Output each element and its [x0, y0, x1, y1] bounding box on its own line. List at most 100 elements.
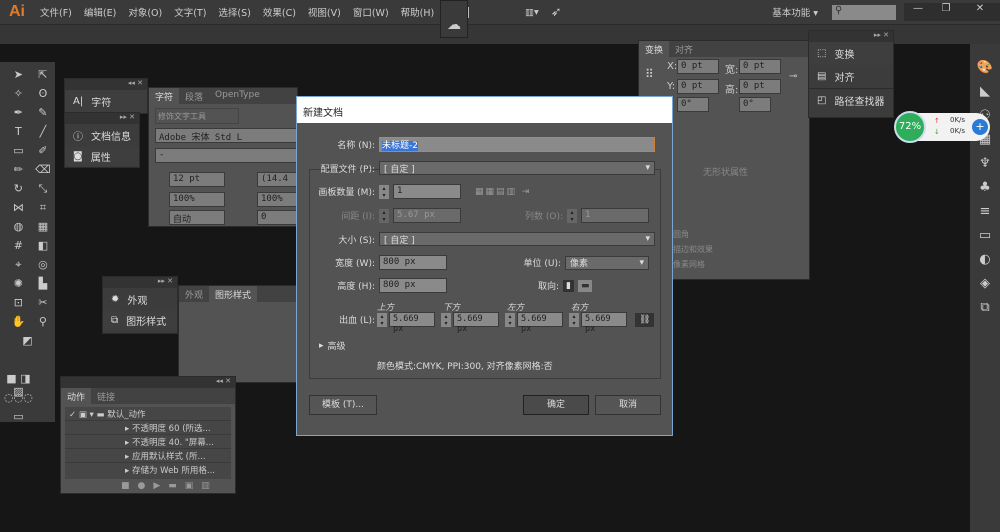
artboard-layout-buttons[interactable]: ▦▦▤▥ ⇥ — [475, 187, 531, 197]
magic-wand-tool-icon[interactable]: ✧ — [4, 87, 33, 104]
rotate-field[interactable]: 0° — [677, 97, 709, 112]
dock-item-document-info[interactable]: ⓘ 文档信息 — [65, 124, 139, 147]
menu-effect[interactable]: 效果(C) — [263, 5, 296, 19]
dock-item-pathfinder[interactable]: ◰ 路径查找器 — [809, 88, 893, 112]
y-field[interactable]: 0 pt — [677, 79, 719, 94]
zoom-tool-icon[interactable]: ⚲ — [35, 315, 51, 332]
horizontal-scale-field[interactable]: 100% — [257, 192, 297, 207]
search-input[interactable]: ⚲ — [832, 4, 896, 20]
artboard-tool-icon[interactable]: ⊡ — [4, 296, 33, 313]
columns-stepper[interactable]: ▴ ▾ — [567, 208, 577, 223]
menu-window[interactable]: 窗口(W) — [353, 5, 389, 19]
tab-paragraph[interactable]: 段落 — [179, 88, 209, 104]
transparency-icon[interactable]: ◐ — [970, 252, 1000, 276]
creative-cloud-icon[interactable]: ☁ — [440, 0, 468, 38]
color-mode-icon[interactable]: ■ ◨ ▨ — [4, 372, 33, 398]
dock-item-transform[interactable]: ⬚ 变换 — [809, 42, 893, 65]
gradient-icon[interactable]: ▭ — [970, 228, 1000, 252]
arrange-docs-icon[interactable]: ▥▾ — [525, 7, 539, 18]
action-set-row[interactable]: ✓ ▣ ▾ ▬ 默认_动作 — [65, 407, 231, 421]
rotate-tool-icon[interactable]: ↻ — [4, 182, 33, 199]
layers-icon[interactable]: ◈ — [970, 276, 1000, 300]
menu-edit[interactable]: 编辑(E) — [84, 5, 116, 19]
bleed-top-stepper[interactable]: ▴ ▾ — [377, 312, 387, 327]
dock-item-attributes[interactable]: ◙ 属性 — [65, 147, 139, 166]
bleed-top-input[interactable]: 5.669 px — [389, 312, 435, 334]
tab-character[interactable]: 字符 — [149, 88, 180, 104]
bleed-right-input[interactable]: 5.669 px — [581, 312, 627, 334]
fill-stroke-icon[interactable]: ◩ — [4, 334, 51, 370]
templates-button[interactable]: 模板 (T)... — [309, 395, 377, 415]
kerning-field[interactable]: 自动 — [169, 210, 225, 225]
scale-tool-icon[interactable]: ⤡ — [35, 182, 51, 199]
menu-object[interactable]: 对象(O) — [128, 5, 162, 19]
draw-mode-icon[interactable]: ◌◌◌ — [4, 391, 33, 408]
dock-item-character[interactable]: A| 字符 — [65, 90, 147, 113]
font-style-field[interactable]: - — [155, 148, 305, 163]
paintbrush-tool-icon[interactable]: ✐ — [35, 144, 51, 161]
tab-actions[interactable]: 动作 — [61, 388, 92, 404]
lasso-tool-icon[interactable]: ʘ — [35, 87, 51, 104]
menu-file[interactable]: 文件(F) — [40, 5, 72, 19]
tab-links[interactable]: 链接 — [91, 388, 121, 404]
slice-tool-icon[interactable]: ✂ — [35, 296, 51, 313]
action-row[interactable]: ▸ 应用默认样式 (所... — [65, 449, 231, 463]
blend-tool-icon[interactable]: ◎ — [35, 258, 51, 275]
eraser-tool-icon[interactable]: ⌫ — [35, 163, 51, 180]
artboards-icon[interactable]: ⧉ — [970, 300, 1000, 324]
tab-align[interactable]: 对齐 — [669, 41, 699, 57]
artboards-stepper[interactable]: ▴ ▾ — [379, 184, 389, 199]
height-field[interactable]: 0 pt — [739, 79, 781, 94]
bleed-left-stepper[interactable]: ▴ ▾ — [505, 312, 515, 327]
hand-tool-icon[interactable]: ✋ — [4, 315, 33, 332]
width-input[interactable]: 800 px — [379, 255, 447, 270]
brushes-icon[interactable]: ♆ — [970, 156, 1000, 180]
network-monitor-widget[interactable]: 72% ↑ 0K/s ↓ 0K/s + — [894, 111, 990, 143]
pen-tool-icon[interactable]: ✒ — [4, 106, 33, 123]
name-input[interactable]: 未标题-2 — [379, 137, 655, 152]
symbols-icon[interactable]: ♣ — [970, 180, 1000, 204]
reference-point-icon[interactable]: ⠿ — [645, 67, 654, 81]
type-tool-icon[interactable]: T — [4, 125, 33, 142]
blob-brush-tool-icon[interactable]: ✏ — [4, 163, 33, 180]
perspective-tool-icon[interactable]: ▦ — [35, 220, 51, 237]
selection-tool-icon[interactable]: ➤ — [4, 68, 33, 85]
workspace-switcher[interactable]: 基本功能 ▾ — [772, 5, 818, 19]
tab-transform[interactable]: 变换 — [639, 41, 670, 57]
actions-toolbar[interactable]: ■●▶▬▣▥ — [121, 481, 218, 491]
link-bleed-icon[interactable]: ⛓ — [635, 312, 655, 327]
restore-button[interactable]: ❐ — [932, 3, 960, 21]
bleed-bottom-stepper[interactable]: ▴ ▾ — [441, 312, 451, 327]
menu-help[interactable]: 帮助(H) — [401, 5, 435, 19]
close-button[interactable]: ✕ — [960, 3, 1000, 21]
action-row[interactable]: ▸ 不透明度 40. "屏幕... — [65, 435, 231, 449]
spacing-stepper[interactable]: ▴ ▾ — [379, 208, 389, 223]
size-select[interactable]: [ 自定 ] ▾ — [379, 232, 655, 246]
dock-item-appearance[interactable]: ✹ 外观 — [103, 288, 177, 311]
width-tool-icon[interactable]: ⋈ — [4, 201, 33, 218]
spacing-input[interactable]: 5.67 px — [393, 208, 461, 223]
advanced-toggle[interactable]: ▸ 高级 — [319, 339, 346, 353]
tab-opentype[interactable]: OpenType — [209, 88, 266, 104]
shear-field[interactable]: 0° — [739, 97, 771, 112]
dock-item-align[interactable]: ▤ 对齐 — [809, 65, 893, 88]
font-size-field[interactable]: 12 pt — [169, 172, 225, 187]
screen-mode-icon[interactable]: ▭ — [4, 410, 33, 427]
font-family-field[interactable]: Adobe 宋体 Std L — [155, 128, 305, 143]
gradient-tool-icon[interactable]: ◧ — [35, 239, 51, 256]
x-field[interactable]: 0 pt — [677, 59, 719, 74]
menu-view[interactable]: 视图(V) — [308, 5, 341, 19]
dock-item-graphic-styles[interactable]: ⧉ 图形样式 — [103, 311, 177, 330]
landscape-button[interactable]: ▬ — [577, 279, 593, 292]
profile-select[interactable]: [ 自定 ] ▾ — [379, 161, 655, 175]
touch-type-tool-button[interactable]: 修饰文字工具 — [155, 108, 239, 124]
bleed-right-stepper[interactable]: ▴ ▾ — [569, 312, 579, 327]
cancel-button[interactable]: 取消 — [595, 395, 661, 415]
graph-tool-icon[interactable]: ▙ — [35, 277, 51, 294]
color-guide-icon[interactable]: ◣ — [970, 84, 1000, 108]
leading-field[interactable]: (14.4 — [257, 172, 297, 187]
curvature-tool-icon[interactable]: ✎ — [35, 106, 51, 123]
tracking-field[interactable]: 0 — [257, 210, 297, 225]
width-field[interactable]: 0 pt — [739, 59, 781, 74]
free-transform-tool-icon[interactable]: ⌗ — [35, 201, 51, 218]
